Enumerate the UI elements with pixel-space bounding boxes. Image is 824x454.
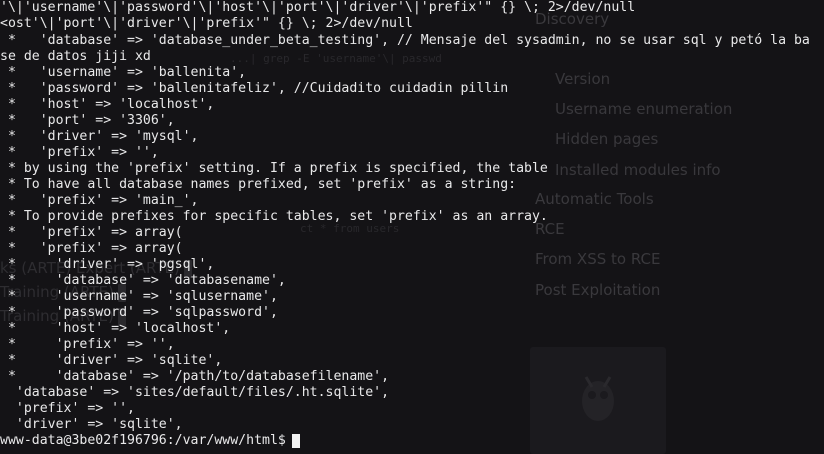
terminal-line: * To provide prefixes for specific table… — [0, 209, 548, 224]
terminal-prompt-line[interactable]: www-data@3be02f196796:/var/www/html$ — [0, 433, 824, 449]
terminal-line: * 'database' => '/path/to/databasefilena… — [0, 369, 390, 384]
terminal-window[interactable]: '\|'username'\|'password'\|'host'\|'port… — [0, 0, 824, 454]
terminal-line: * 'username' => 'ballenita', — [0, 65, 247, 80]
terminal-line: * 'password' => 'sqlpassword', — [0, 305, 278, 320]
terminal-line: * 'port' => '3306', — [0, 113, 175, 128]
terminal-line: 'database' => 'sites/default/files/.ht.s… — [0, 385, 390, 400]
terminal-line: * 'username' => 'sqlusername', — [0, 289, 278, 304]
terminal-line: * 'driver' => 'sqlite', — [0, 353, 223, 368]
terminal-line: * by using the 'prefix' setting. If a pr… — [0, 161, 548, 176]
terminal-line: * 'prefix' => '', — [0, 145, 159, 160]
terminal-line: * 'password' => 'ballenitafeliz', //Cuid… — [0, 81, 509, 96]
terminal-line: * 'driver' => 'pgsql', — [0, 257, 215, 272]
terminal-line: 'prefix' => '', — [0, 401, 135, 416]
terminal-line: * 'host' => 'localhost', — [0, 321, 231, 336]
terminal-line: '\|'username'\|'password'\|'host'\|'port… — [0, 0, 636, 15]
terminal-line: * 'database' => 'database_under_beta_tes… — [0, 33, 810, 48]
terminal-line: * 'host' => 'localhost', — [0, 97, 215, 112]
terminal-line: <ost'\|'port'\|'driver'\|'prefix'" {} \;… — [0, 16, 413, 31]
terminal-line: * 'database' => 'databasename', — [0, 273, 286, 288]
shell-prompt: www-data@3be02f196796:/var/www/html$ — [0, 433, 286, 448]
terminal-line: 'driver' => 'sqlite', — [0, 417, 183, 432]
terminal-line: * 'prefix' => 'main_', — [0, 193, 199, 208]
terminal-line: * 'prefix' => array( — [0, 241, 183, 256]
terminal-line: * To have all database names prefixed, s… — [0, 177, 517, 192]
terminal-line: * 'driver' => 'mysql', — [0, 129, 199, 144]
terminal-cursor[interactable] — [291, 434, 300, 448]
terminal-line: se de datos jiji xd — [0, 49, 151, 64]
terminal-line: * 'prefix' => array( — [0, 225, 183, 240]
terminal-line: * 'prefix' => '', — [0, 337, 175, 352]
